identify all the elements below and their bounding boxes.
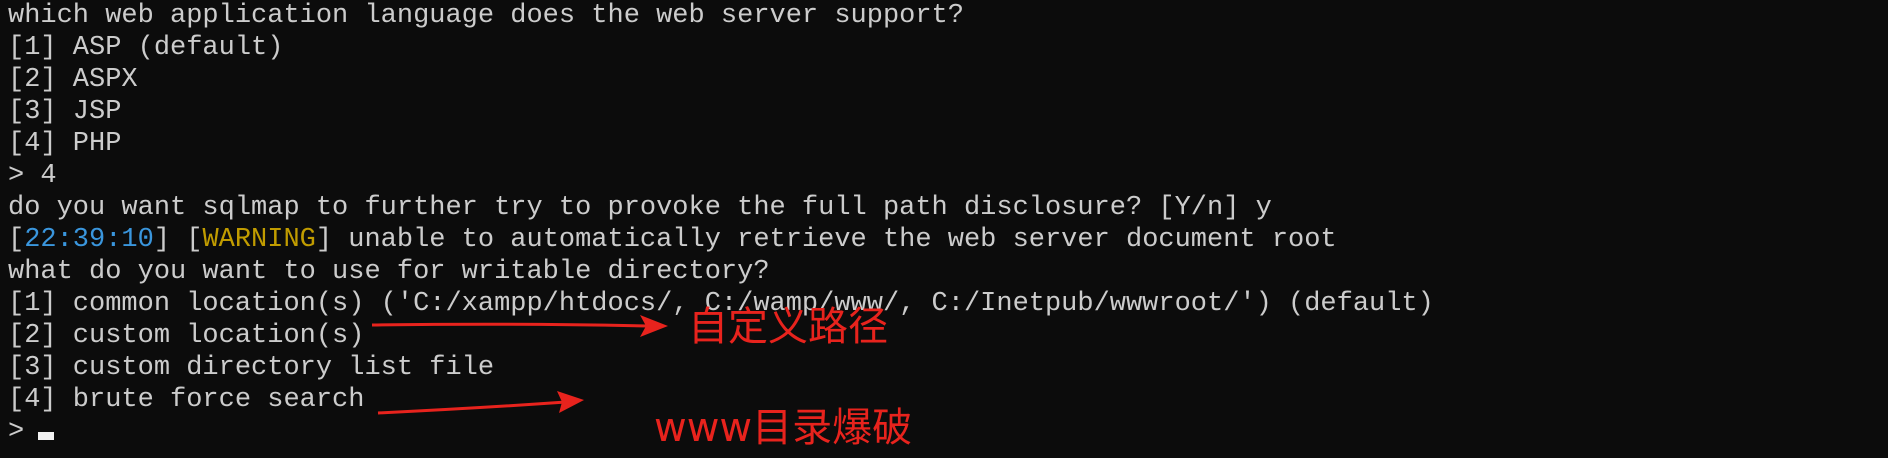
warning-level: WARNING xyxy=(202,225,316,255)
warning-bracket-close: ] xyxy=(315,225,333,255)
warning-message: unable to automatically retrieve the web… xyxy=(332,225,1337,255)
warning-bracket-mid: ] [ xyxy=(153,225,203,255)
terminal-line-option-aspx: [2] ASPX xyxy=(8,65,138,95)
terminal-line-option-brute-force: [4] brute force search xyxy=(8,385,365,415)
annotation-www-bruteforce: www目录爆破 xyxy=(654,405,913,451)
terminal-line-answer: > 4 xyxy=(8,161,57,191)
prompt-symbol: > xyxy=(8,417,25,447)
terminal-line-question-disclosure: do you want sqlmap to further try to pro… xyxy=(8,193,1272,223)
terminal-line-question-directory: what do you want to use for writable dir… xyxy=(8,257,770,287)
terminal-line-question-language: which web application language does the … xyxy=(8,1,964,31)
terminal-line-warning: [22:39:10] [WARNING] unable to automatic… xyxy=(8,224,1888,256)
terminal-window[interactable]: which web application language does the … xyxy=(0,0,1888,458)
terminal-line-option-php: [4] PHP xyxy=(8,129,122,159)
text-cursor[interactable] xyxy=(38,432,55,440)
annotation-custom-path: 自定义路径 xyxy=(688,304,888,350)
terminal-line-option-list-file: [3] custom directory list file xyxy=(8,353,495,383)
terminal-line-option-custom: [2] custom location(s) xyxy=(8,321,365,351)
warning-timestamp: 22:39:10 xyxy=(24,225,154,255)
terminal-line-option-common: [1] common location(s) ('C:/xampp/htdocs… xyxy=(8,289,1434,319)
terminal-line-option-jsp: [3] JSP xyxy=(8,97,122,127)
warning-bracket-open: [ xyxy=(8,225,25,255)
terminal-line-option-asp: [1] ASP (default) xyxy=(8,33,284,63)
terminal-input-line[interactable]: > xyxy=(8,416,1888,448)
